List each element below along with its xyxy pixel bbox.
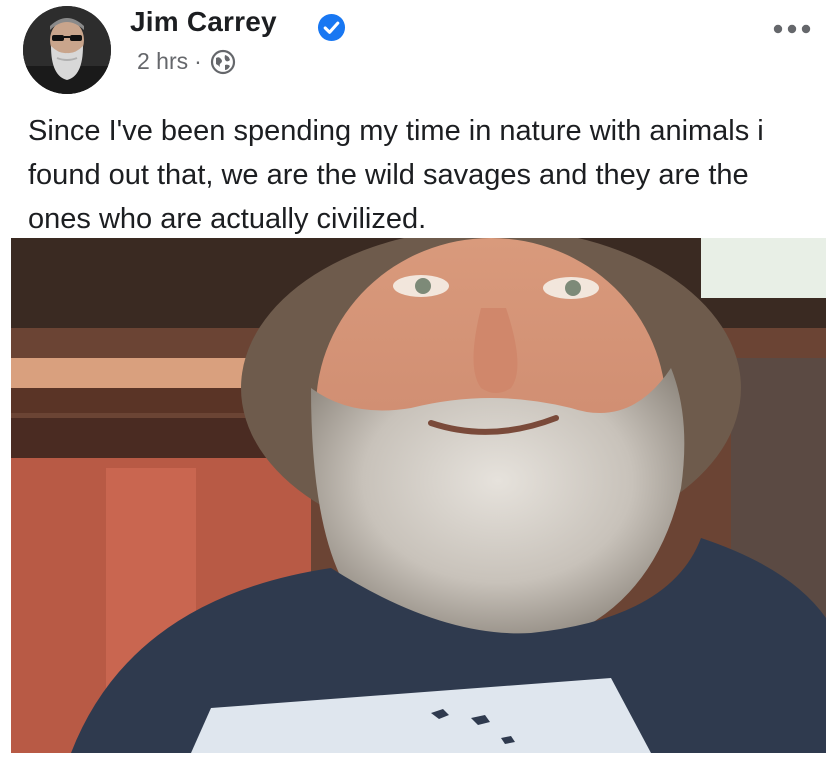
globe-icon[interactable] <box>210 49 236 75</box>
more-options-icon[interactable] <box>768 18 816 40</box>
author-name[interactable]: Jim Carrey <box>130 6 277 38</box>
timestamp[interactable]: 2 hrs <box>137 48 188 75</box>
post-text: Since I've been spending my time in natu… <box>28 115 764 235</box>
facebook-post: Jim Carrey 2 hrs · Since I've been spend… <box>0 0 831 758</box>
post-meta: 2 hrs · <box>137 48 236 75</box>
post-photo[interactable] <box>11 238 826 753</box>
meta-separator: · <box>194 48 202 74</box>
post-photo-image <box>11 238 826 753</box>
verified-badge-icon <box>317 13 346 42</box>
avatar[interactable] <box>23 6 111 94</box>
avatar-image <box>23 6 111 94</box>
